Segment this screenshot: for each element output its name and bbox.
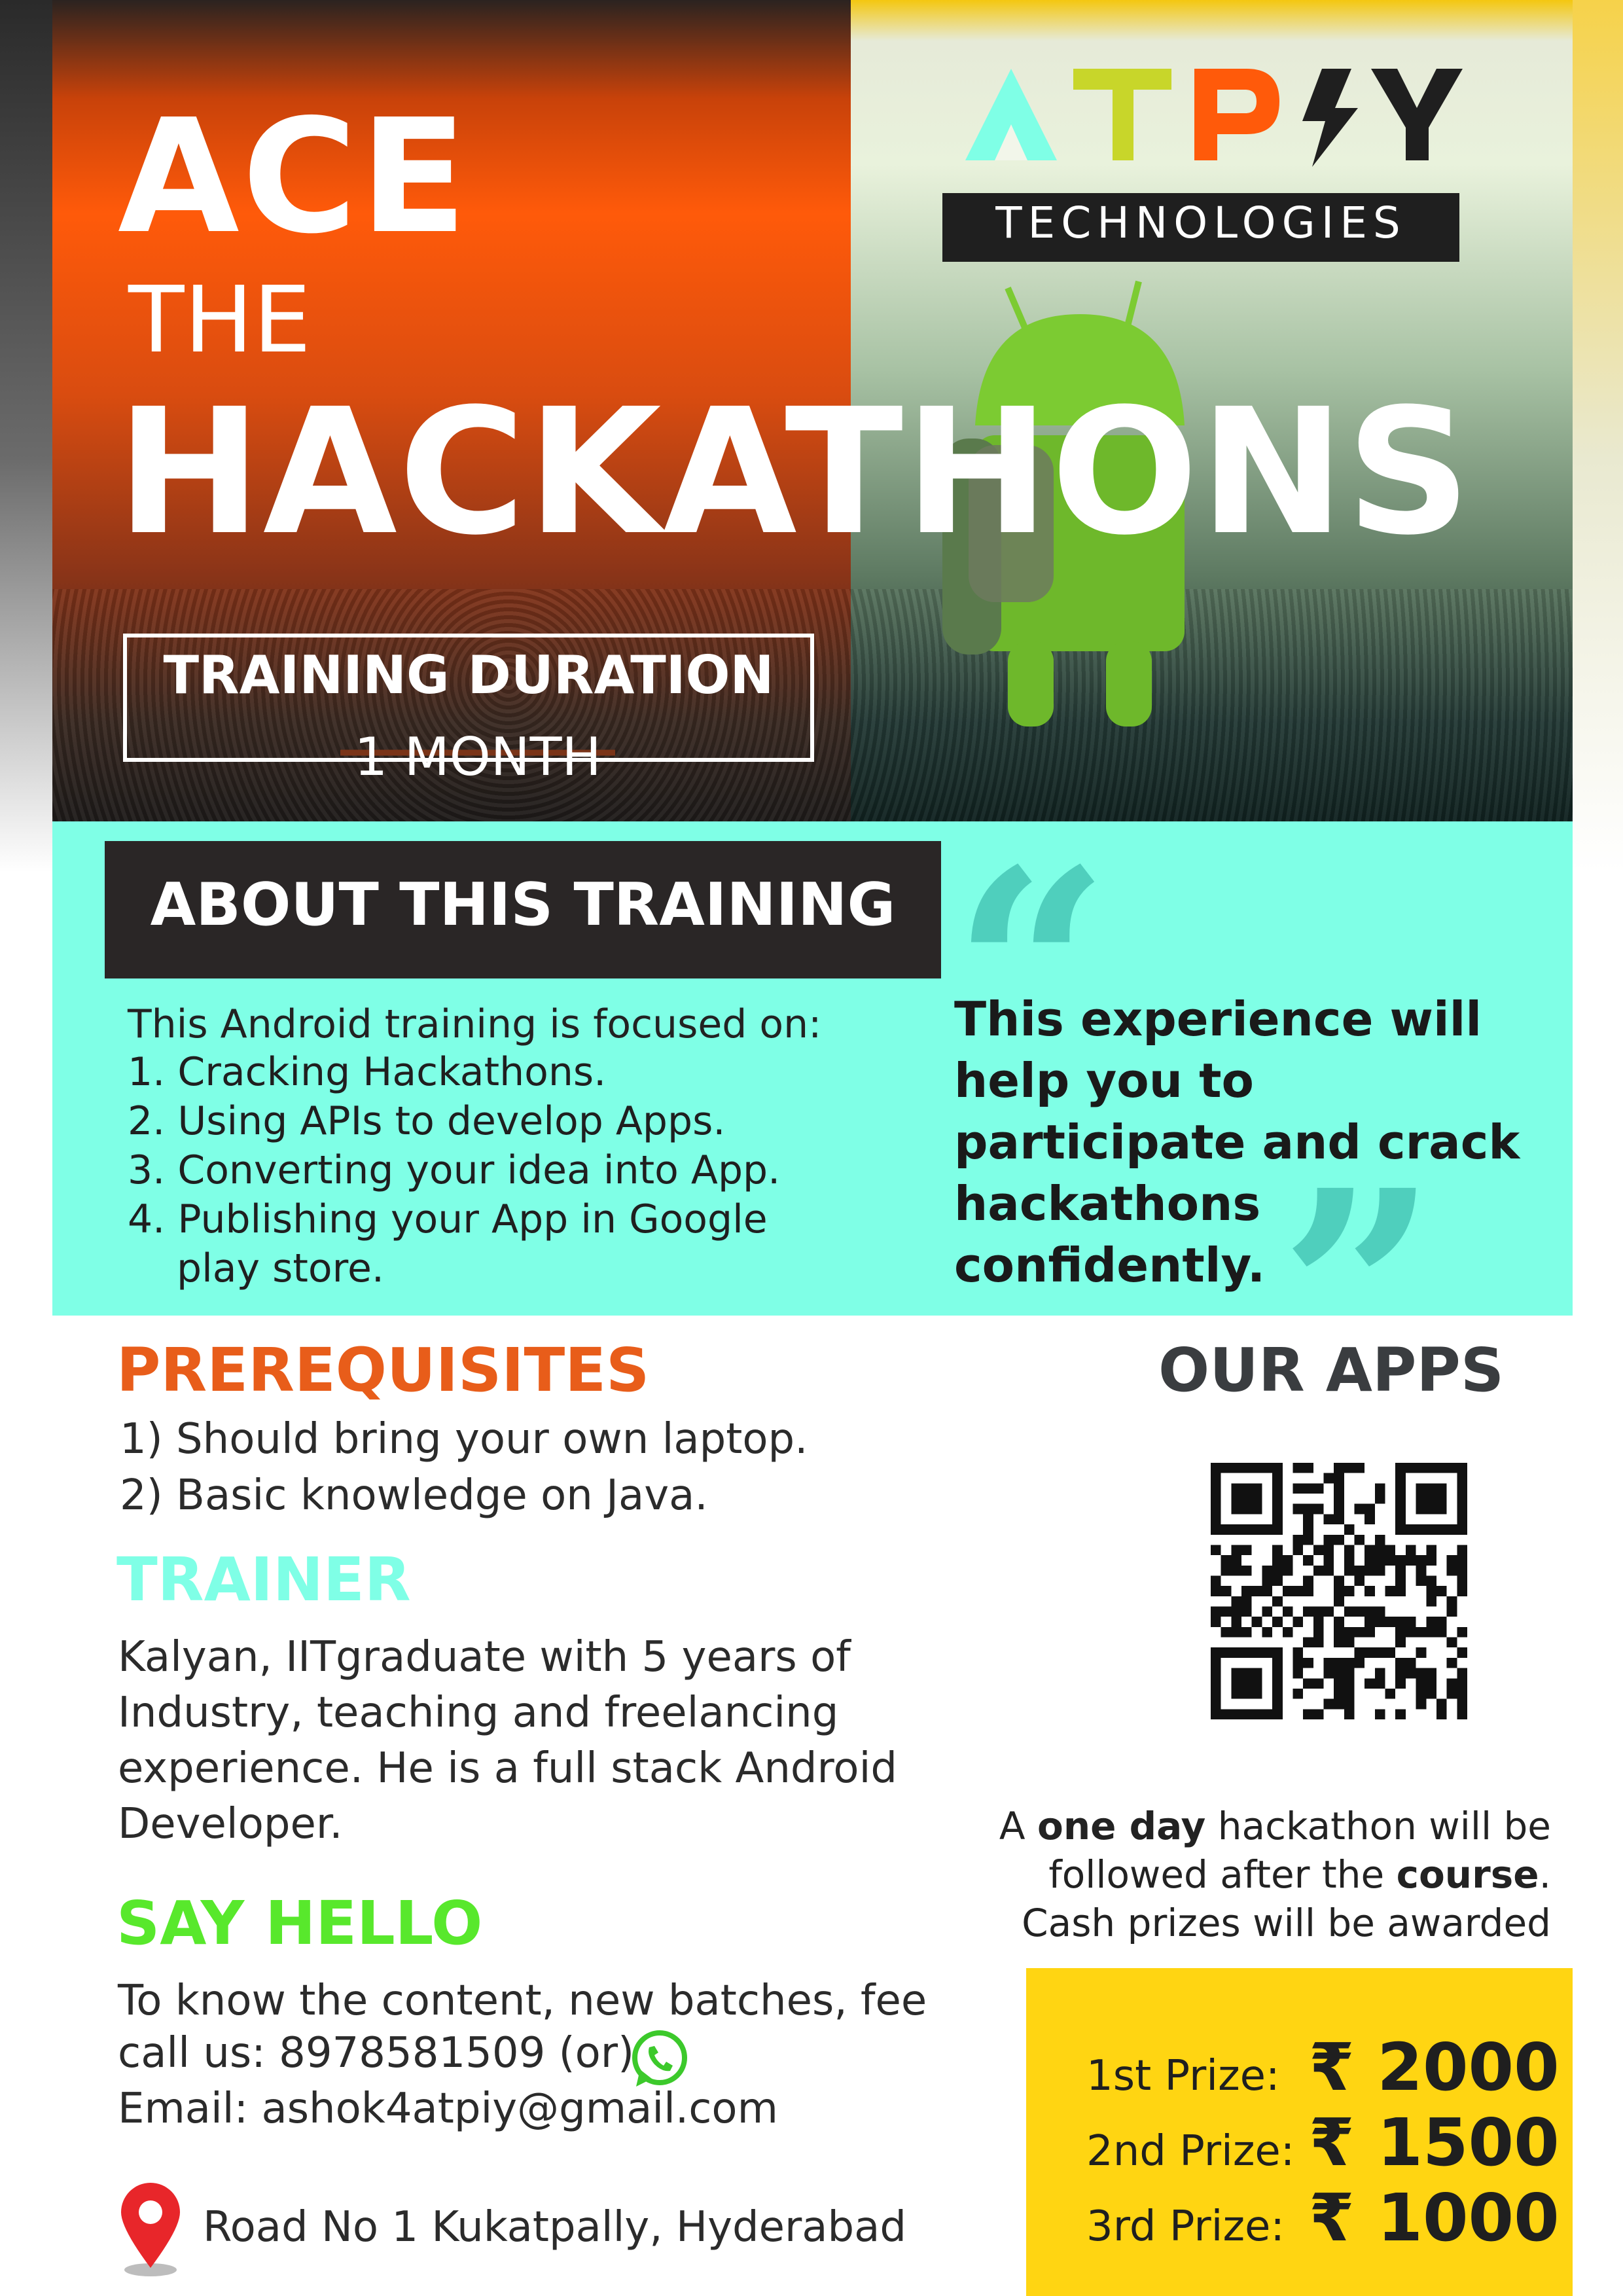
location-pin-icon — [121, 2183, 180, 2276]
about-list-item: 1. Cracking Hackathons. — [128, 1049, 607, 1095]
about-heading: ABOUT THIS TRAINING — [150, 870, 896, 939]
contact-phone[interactable]: call us: 8978581509 (or) — [118, 2029, 634, 2077]
about-intro: This Android training is focused on: — [128, 1001, 822, 1047]
prerequisites-title: PREREQUISITES — [116, 1335, 650, 1405]
qr-code-image[interactable] — [1211, 1463, 1467, 1719]
duration-label: TRAINING DURATION — [163, 645, 774, 706]
prize-amount: ₹ 1500 — [1309, 2104, 1560, 2181]
prerequisite-item: 1) Should bring your own laptop. — [120, 1415, 808, 1463]
prize-row: 2nd Prize: ₹ 1500 — [1086, 2104, 1560, 2181]
about-list-item: 4. Publishing your App in Google — [128, 1196, 768, 1242]
logo-subtitle: TECHNOLOGIES — [995, 198, 1406, 248]
prize-amount: ₹ 1000 — [1309, 2179, 1560, 2256]
prize-row: 1st Prize: ₹ 2000 — [1086, 2029, 1560, 2106]
hackathon-note: A one day hackathon will be followed aft… — [999, 1804, 1551, 1945]
prerequisite-item: 2) Basic knowledge on Java. — [120, 1471, 708, 1520]
headline-ace: ACE — [118, 85, 470, 268]
address: Road No 1 Kukatpally, Hyderabad — [203, 2203, 906, 2251]
headline-hackathons: HACKATHONS — [116, 372, 1472, 573]
prize-amount: ₹ 2000 — [1309, 2029, 1560, 2106]
our-apps-title: OUR APPS — [1158, 1335, 1505, 1405]
contact-intro: To know the content, new batches, fee — [118, 1977, 927, 2025]
headline-the: THE — [128, 267, 312, 374]
duration-value: 1 MONTH — [340, 726, 615, 787]
about-list-item: 3. Converting your idea into App. — [128, 1147, 781, 1193]
right-margin — [1573, 0, 1623, 2296]
about-list-item-continued: play store. — [177, 1246, 384, 1291]
atpiy-logo — [965, 69, 1463, 167]
testimonial-quote: This experience will help you to partici… — [954, 992, 1520, 1293]
trainer-title: TRAINER — [116, 1545, 411, 1615]
prize-label: 2nd Prize: — [1086, 2127, 1295, 2176]
contact-email[interactable]: Email: ashok4atpiy@gmail.com — [118, 2085, 778, 2133]
trainer-description: Kalyan, IITgraduate with 5 years of Indu… — [118, 1633, 897, 1848]
prize-row: 3rd Prize: ₹ 1000 — [1086, 2179, 1560, 2256]
left-margin — [0, 0, 52, 2296]
prize-label: 1st Prize: — [1086, 2052, 1280, 2100]
whatsapp-icon[interactable] — [630, 2029, 690, 2089]
prize-label: 3rd Prize: — [1086, 2202, 1285, 2251]
say-hello-title: SAY HELLO — [116, 1888, 483, 1958]
about-list-item: 2. Using APIs to develop Apps. — [128, 1098, 726, 1144]
